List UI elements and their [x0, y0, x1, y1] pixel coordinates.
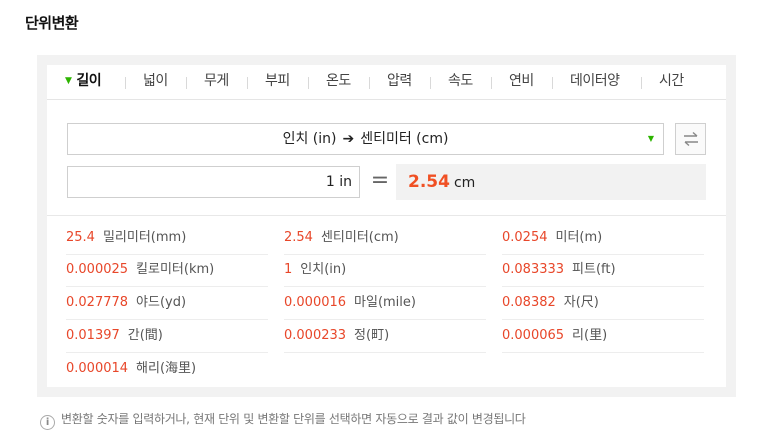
amount-unit: in: [339, 174, 352, 190]
from-unit-label: 인치 (in): [282, 131, 337, 147]
converter-inner: ▼ 길이 넓이 무게 부피 온도 압력 속도 연비 데이터양 시간 인치 (in)…: [47, 65, 726, 387]
tab-length[interactable]: ▼ 길이: [65, 65, 102, 100]
conversion-value: 0.000065: [502, 328, 565, 343]
conversion-item: 0.000025 킬로미터(km): [66, 254, 268, 287]
unit-category-tabs: ▼ 길이 넓이 무게 부피 온도 압력 속도 연비 데이터양 시간: [47, 65, 726, 100]
tab-time[interactable]: 시간: [659, 65, 684, 100]
conversion-unit: 리(里): [572, 328, 608, 343]
conversion-item: 0.0254 미터(m): [502, 222, 704, 255]
tab-area[interactable]: 넓이: [143, 65, 168, 100]
tab-speed[interactable]: 속도: [448, 65, 473, 100]
conversion-unit: 간(間): [127, 328, 163, 343]
tab-separator: [125, 77, 126, 89]
tab-pressure[interactable]: 압력: [387, 65, 412, 100]
conversion-unit: 킬로미터(km): [136, 262, 215, 277]
conversion-value: 0.000016: [284, 295, 347, 310]
tab-separator: [247, 77, 248, 89]
result-value: 2.54: [408, 172, 450, 192]
conversion-unit: 정(町): [354, 328, 390, 343]
page-title: 단위변환: [25, 14, 79, 32]
divider: [47, 215, 726, 216]
conversion-item: 0.083333 피트(ft): [502, 254, 704, 287]
conversion-item: 25.4 밀리미터(mm): [66, 222, 268, 255]
conversion-value: 1: [284, 262, 293, 277]
conversion-item: 0.000014 해리(海里): [66, 353, 268, 386]
conversion-value: 25.4: [66, 230, 95, 245]
conversion-item: 0.000065 리(里): [502, 320, 704, 353]
swap-icon: [684, 131, 698, 147]
conversion-unit: 센티미터(cm): [320, 230, 399, 245]
conversion-unit: 야드(yd): [136, 295, 187, 310]
conversion-item: 0.027778 야드(yd): [66, 287, 268, 320]
conversion-unit: 해리(海里): [136, 361, 197, 376]
conversion-item: 0.000233 정(町): [284, 320, 486, 353]
tab-separator: [552, 77, 553, 89]
conversion-value: 0.08382: [502, 295, 556, 310]
conversion-value: 0.000025: [66, 262, 129, 277]
swap-units-button[interactable]: [675, 123, 706, 155]
conversion-value: 0.083333: [502, 262, 565, 277]
result-box: 2.54 cm: [396, 164, 706, 200]
conversion-value: 0.01397: [66, 328, 120, 343]
tab-temperature[interactable]: 온도: [326, 65, 351, 100]
tab-separator: [491, 77, 492, 89]
tab-separator: [641, 77, 642, 89]
conversion-item: 0.01397 간(間): [66, 320, 268, 353]
tab-label: 길이: [76, 73, 102, 89]
arrow-right-icon: ➔: [342, 131, 355, 147]
tab-volume[interactable]: 부피: [265, 65, 290, 100]
amount-value: 1: [325, 174, 335, 190]
tab-data-size[interactable]: 데이터양: [570, 65, 620, 100]
conversion-unit: 마일(mile): [354, 295, 416, 310]
result-unit: cm: [453, 175, 476, 191]
conversion-item: 1 인치(in): [284, 254, 486, 287]
tab-separator: [308, 77, 309, 89]
conversion-item: 2.54 센티미터(cm): [284, 222, 486, 255]
conversion-unit: 밀리미터(mm): [102, 230, 187, 245]
conversion-value: 0.000233: [284, 328, 347, 343]
amount-input[interactable]: 1 in: [67, 166, 360, 198]
tab-weight[interactable]: 무게: [204, 65, 229, 100]
triangle-down-icon: ▼: [65, 76, 72, 86]
triangle-down-icon: ▼: [647, 134, 654, 143]
conversion-item: 0.000016 마일(mile): [284, 287, 486, 320]
converter-panel: ▼ 길이 넓이 무게 부피 온도 압력 속도 연비 데이터양 시간 인치 (in)…: [37, 55, 736, 397]
info-icon: i: [40, 415, 55, 430]
conversion-unit: 자(尺): [563, 295, 599, 310]
conversion-item: 0.08382 자(尺): [502, 287, 704, 320]
to-unit-label: 센티미터 (cm): [360, 131, 449, 147]
conversion-value: 0.000014: [66, 361, 129, 376]
conversion-value: 2.54: [284, 230, 313, 245]
tab-separator: [369, 77, 370, 89]
conversion-unit: 인치(in): [300, 262, 347, 277]
help-text: i 변환할 숫자를 입력하거나, 현재 단위 및 변환할 단위를 선택하면 자동으…: [40, 410, 526, 430]
help-message: 변환할 숫자를 입력하거나, 현재 단위 및 변환할 단위를 선택하면 자동으로…: [61, 412, 526, 426]
conversion-value: 0.027778: [66, 295, 129, 310]
unit-pair-select[interactable]: 인치 (in) ➔ 센티미터 (cm) ▼: [67, 123, 664, 155]
conversion-unit: 미터(m): [555, 230, 603, 245]
tab-separator: [430, 77, 431, 89]
conversion-value: 0.0254: [502, 230, 548, 245]
conversion-unit: 피트(ft): [572, 262, 616, 277]
tab-separator: [186, 77, 187, 89]
tab-fuel-economy[interactable]: 연비: [509, 65, 534, 100]
equals-sign: =: [370, 168, 390, 193]
